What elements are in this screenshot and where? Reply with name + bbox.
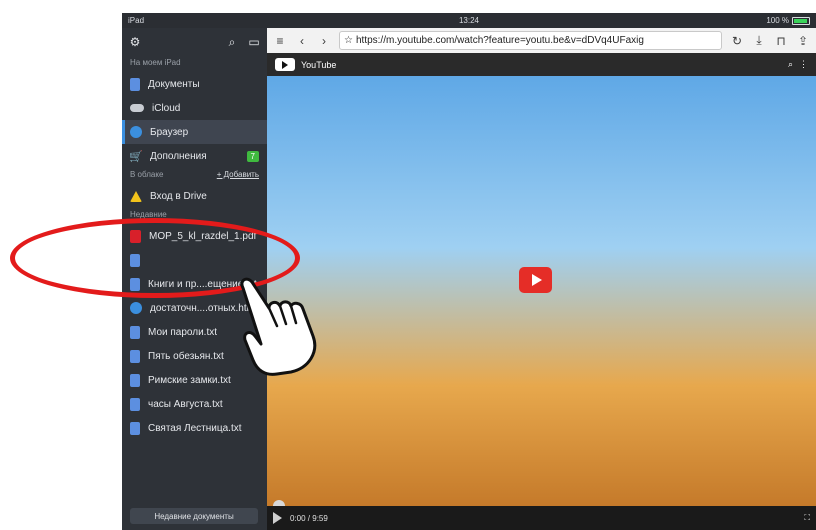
recent-item[interactable]: Святая Лестница.txt <box>122 416 267 440</box>
search-icon[interactable]: ⌕ <box>225 35 239 49</box>
gear-icon[interactable]: ⚙ <box>128 35 142 49</box>
fullscreen-icon[interactable]: ⛶ <box>804 513 810 523</box>
document-icon <box>130 77 140 91</box>
bookmarks-icon[interactable]: ⊓ <box>774 34 788 48</box>
clock: 13:24 <box>458 16 480 25</box>
browser-pane: ≡ ‹ › ☆ https://m.youtube.com/watch?feat… <box>267 28 816 530</box>
browser-toolbar: ≡ ‹ › ☆ https://m.youtube.com/watch?feat… <box>267 28 816 53</box>
sidebar-item-documents[interactable]: Документы <box>122 72 267 96</box>
globe-icon <box>130 302 142 314</box>
download-icon[interactable]: ⤓ <box>752 33 766 48</box>
document-icon <box>130 373 140 387</box>
play-button[interactable] <box>519 267 552 293</box>
back-icon[interactable]: ‹ <box>295 34 309 48</box>
sidebar-item-addons[interactable]: 🛒 Дополнения 7 <box>122 144 267 168</box>
play-icon[interactable] <box>273 512 282 524</box>
recent-documents-button[interactable]: Недавние документы <box>130 508 258 524</box>
reload-icon[interactable]: ↻ <box>730 34 744 48</box>
battery-icon <box>792 16 810 25</box>
sidebar-toolbar: ⚙ ⌕ ▭ <box>122 28 267 56</box>
cloud-icon <box>130 104 144 112</box>
addons-badge: 7 <box>246 150 259 162</box>
menu-icon[interactable]: ≡ <box>273 34 287 48</box>
document-icon <box>130 349 140 363</box>
document-icon <box>130 397 140 411</box>
status-bar: iPad 13:24 100 % <box>122 13 816 28</box>
folder-icon[interactable]: ▭ <box>247 35 261 49</box>
add-cloud-link[interactable]: + Добавить <box>217 170 259 182</box>
section-header-device: На моем iPad <box>130 58 181 67</box>
recent-item[interactable]: часы Августа.txt <box>122 392 267 416</box>
sidebar-item-browser[interactable]: Браузер <box>122 120 267 144</box>
url-text: https://m.youtube.com/watch?feature=yout… <box>355 35 644 46</box>
document-icon <box>130 325 140 339</box>
more-options-icon[interactable]: ⋮ <box>799 59 808 70</box>
sidebar-item-drive[interactable]: Вход в Drive <box>122 184 267 208</box>
compass-icon <box>130 126 142 138</box>
site-title: YouTube <box>301 59 337 70</box>
cart-icon: 🛒 <box>129 150 143 163</box>
youtube-header: YouTube ⌕ ⋮ <box>267 53 816 76</box>
document-icon <box>130 421 140 435</box>
youtube-search-icon[interactable]: ⌕ <box>788 59 793 70</box>
url-field[interactable]: ☆ https://m.youtube.com/watch?feature=yo… <box>339 31 722 50</box>
video-time: 0:00 / 9:59 <box>290 513 328 523</box>
forward-icon[interactable]: › <box>317 34 331 48</box>
section-header-cloud: В облаке + Добавить <box>122 168 267 184</box>
youtube-logo-icon[interactable] <box>275 58 295 71</box>
video-controls: 0:00 / 9:59 ⛶ <box>267 506 816 530</box>
sidebar-item-icloud[interactable]: iCloud <box>122 96 267 120</box>
drive-icon <box>130 190 142 202</box>
star-icon[interactable]: ☆ <box>344 35 353 46</box>
battery-percent: 100 % <box>766 16 789 25</box>
pointing-hand-icon <box>240 277 317 376</box>
share-icon[interactable]: ⇪ <box>796 34 810 48</box>
battery-status: 100 % <box>766 16 810 25</box>
video-player[interactable] <box>267 76 816 506</box>
